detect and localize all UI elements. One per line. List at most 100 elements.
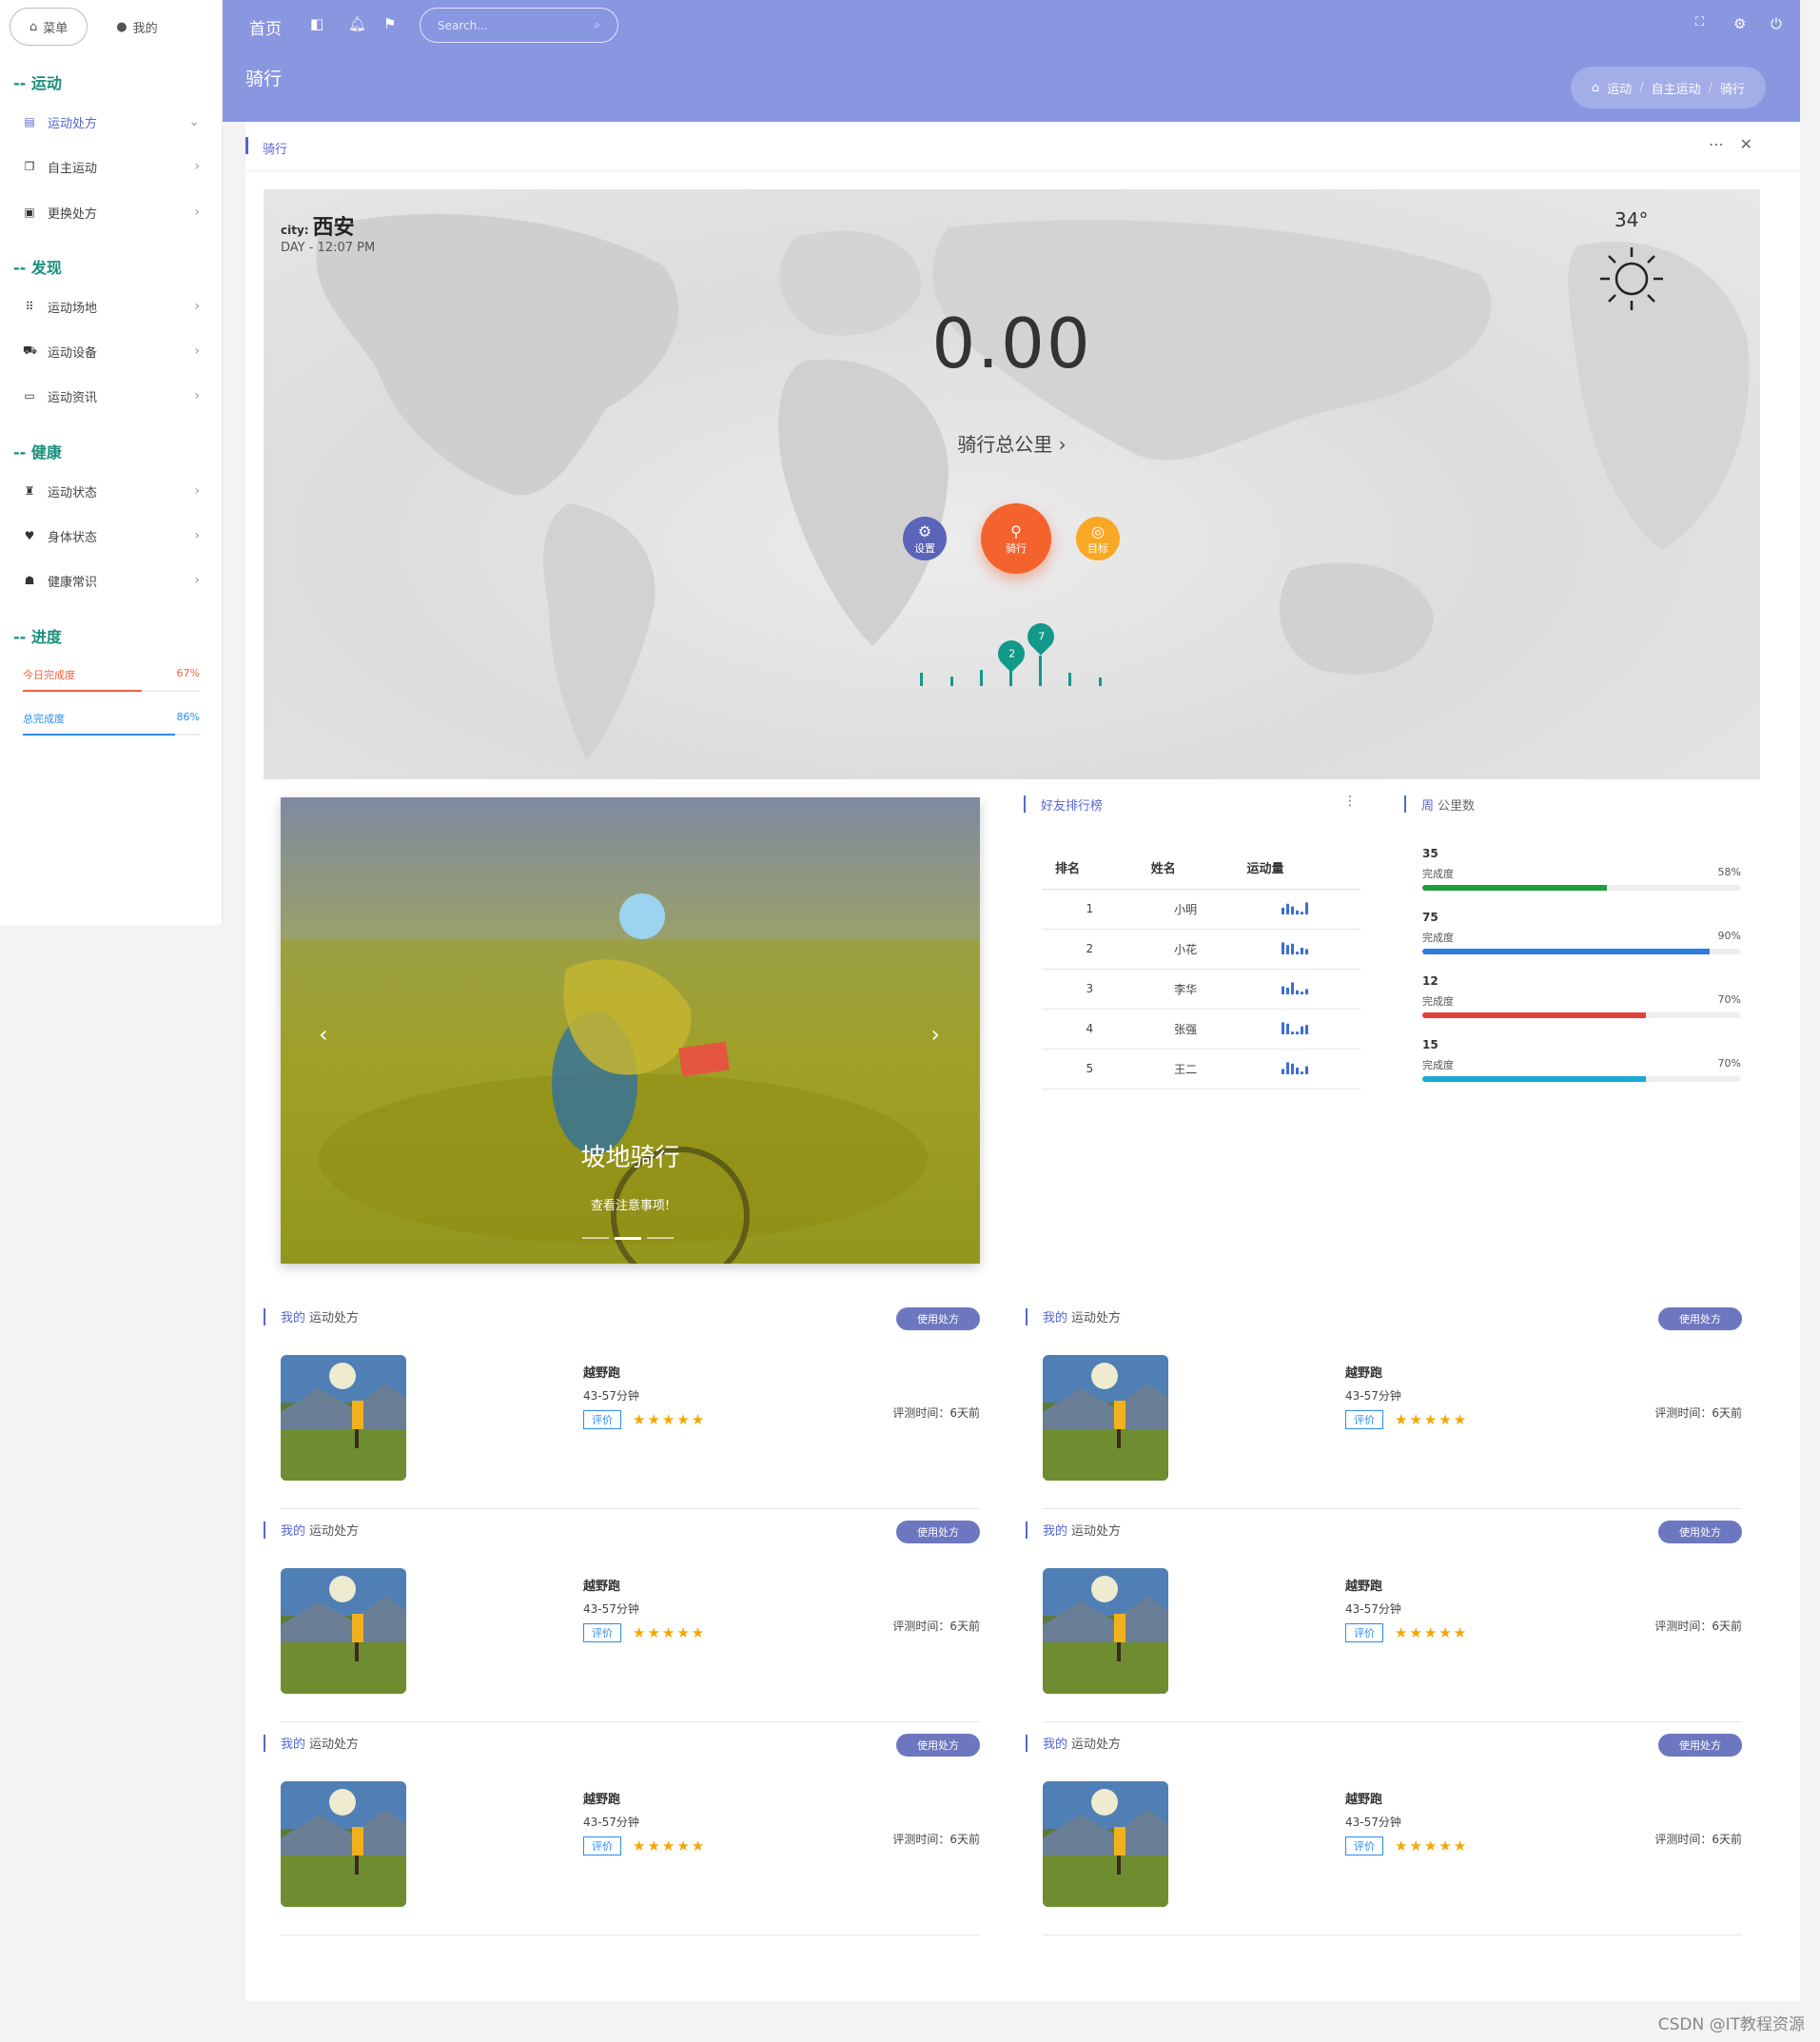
- flag-icon[interactable]: ⚑: [383, 15, 396, 32]
- sidebar-item-venue[interactable]: ⠿ 运动场地 ›: [23, 294, 200, 319]
- trail-run-thumbnail[interactable]: [1043, 1781, 1168, 1907]
- progress-fill: [23, 690, 142, 692]
- sidebar-item-equipment[interactable]: ⛟ 运动设备 ›: [23, 339, 200, 363]
- weekly-track: [1422, 949, 1741, 954]
- settings-label: 设置: [914, 541, 935, 555]
- carousel-subtitle[interactable]: 查看注意事项!: [281, 1195, 980, 1213]
- carousel-indicator[interactable]: [647, 1237, 674, 1239]
- trail-run-photo: [281, 1355, 406, 1481]
- rating-badge[interactable]: 评价: [1345, 1410, 1383, 1429]
- monitor-icon: ▭: [24, 389, 35, 403]
- bicycle-icon: ⚲: [1010, 521, 1022, 540]
- trail-run-photo: [281, 1568, 406, 1694]
- carousel[interactable]: ‹ › 坡地骑行 查看注意事项!: [281, 797, 980, 1264]
- trail-run-thumbnail[interactable]: [281, 1355, 406, 1481]
- sparkline-bar: [1301, 947, 1304, 954]
- evaluation-time: 评测时间：6天前: [892, 1833, 980, 1846]
- name-cell: 小明: [1137, 889, 1234, 930]
- weekly-done-label: 完成度: [1422, 868, 1454, 880]
- use-prescription-button[interactable]: 使用处方: [1658, 1734, 1742, 1757]
- more-icon[interactable]: ⋯: [1709, 135, 1724, 153]
- prescription-my: 我的: [281, 1524, 306, 1539]
- sidebar-item-change-prescription[interactable]: ▣ 更换处方 ›: [23, 200, 200, 225]
- carousel-indicator[interactable]: [615, 1237, 641, 1240]
- top-header: 首页 ◧ 🔔︎ ⚑ Search... ⌕ ⛶ ⚙ ⏻ 骑行 ⌂ 运动 / 自主运动…: [223, 0, 1800, 122]
- layout-icon[interactable]: ◧: [310, 15, 323, 32]
- rating-badge[interactable]: 评价: [583, 1623, 621, 1642]
- gear-icon[interactable]: ⚙: [1733, 15, 1746, 32]
- watermark: CSDN @IT教程资源: [1657, 2015, 1805, 2034]
- weather-hero: city: 西安 DAY - 12:07 PM 34° 0.00 骑行总公里 ›…: [264, 189, 1760, 779]
- trail-run-photo: [281, 1781, 406, 1907]
- sidebar-item-prescription[interactable]: ▤ 运动处方 ⌄: [23, 109, 200, 134]
- breadcrumb-item[interactable]: 自主运动: [1652, 79, 1701, 97]
- trail-run-thumbnail[interactable]: [1043, 1355, 1168, 1481]
- sparkline-bar: [1291, 981, 1295, 994]
- use-prescription-button[interactable]: 使用处方: [1658, 1521, 1742, 1543]
- total-km-label[interactable]: 骑行总公里 ›: [264, 429, 1760, 457]
- evaluation-time: 评测时间：6天前: [1654, 1620, 1742, 1633]
- power-icon[interactable]: ⏻: [1771, 15, 1782, 32]
- use-prescription-button[interactable]: 使用处方: [896, 1521, 980, 1543]
- sparkline-bar: [1286, 944, 1290, 954]
- search-input[interactable]: Search... ⌕: [420, 8, 618, 43]
- use-prescription-button[interactable]: 使用处方: [896, 1734, 980, 1757]
- trail-run-photo: [1043, 1568, 1168, 1694]
- close-icon[interactable]: ✕: [1740, 135, 1752, 153]
- prescription-card: 我的 运动处方 使用处方 越野跑 43-57分钟 评价 ★★★★★ 评测时间：6天前: [264, 1307, 980, 1509]
- rank-cell: 4: [1042, 1009, 1138, 1050]
- sparkline-bar: [1286, 1061, 1290, 1074]
- rating-badge[interactable]: 评价: [1345, 1623, 1383, 1642]
- ranking-title: 好友排行榜: [1041, 798, 1104, 814]
- evaluation-time: 评测时间：6天前: [892, 1620, 980, 1633]
- sidebar-item-free-sport[interactable]: ❐ 自主运动 ›: [23, 154, 200, 179]
- settings-button[interactable]: ⚙ 设置: [903, 517, 947, 560]
- trail-run-thumbnail[interactable]: [281, 1781, 406, 1907]
- star-rating-icon: ★★★★★: [1395, 1624, 1469, 1641]
- prescription-duration: 43-57分钟: [583, 1389, 639, 1403]
- goal-button[interactable]: ◎ 目标: [1076, 517, 1120, 560]
- carousel-indicator[interactable]: [582, 1237, 609, 1239]
- prescription-header: 我的 运动处方: [264, 1734, 359, 1752]
- rating-badge[interactable]: 评价: [1345, 1836, 1383, 1855]
- calendar-icon: ▣: [24, 206, 35, 219]
- rating-badge[interactable]: 评价: [583, 1836, 621, 1855]
- ride-button[interactable]: ⚲ 骑行: [981, 503, 1051, 574]
- sparkline-chart: [1282, 1021, 1309, 1034]
- sidebar-item-label: 身体状态: [48, 530, 98, 545]
- sparkline-bar: [1301, 911, 1304, 914]
- chevron-right-icon: ›: [194, 528, 200, 543]
- use-prescription-button[interactable]: 使用处方: [1658, 1307, 1742, 1330]
- chevron-right-icon: ›: [194, 159, 200, 174]
- rank-cell: 5: [1042, 1049, 1138, 1090]
- city-label: city:: [281, 224, 309, 237]
- tab-menu[interactable]: ⌂ 菜单: [10, 8, 88, 46]
- breadcrumb-item[interactable]: 运动: [1607, 79, 1632, 97]
- prescription-header: 我的 运动处方: [1026, 1521, 1121, 1539]
- progress-total: 总完成度 86%: [23, 711, 200, 736]
- home-link[interactable]: 首页: [249, 15, 282, 39]
- bell-icon[interactable]: 🔔︎: [348, 15, 366, 32]
- star-rating-icon: ★★★★★: [633, 1411, 707, 1428]
- sidebar-item-health-tips[interactable]: ☗ 健康常识 ›: [23, 568, 200, 593]
- trail-run-thumbnail[interactable]: [281, 1568, 406, 1694]
- tab-mine[interactable]: ● 我的: [97, 8, 176, 46]
- sidebar-item-body-status[interactable]: ♥ 身体状态 ›: [23, 523, 200, 548]
- sidebar-item-sport-status[interactable]: ♜ 运动状态 ›: [23, 479, 200, 503]
- sparkline-chart: [1282, 941, 1309, 954]
- sidebar-item-label: 运动设备: [48, 345, 98, 361]
- weekly-done-label: 完成度: [1422, 995, 1454, 1008]
- sparkline-bar: [1296, 990, 1300, 994]
- rating-badge[interactable]: 评价: [583, 1410, 621, 1429]
- use-prescription-button[interactable]: 使用处方: [896, 1307, 980, 1330]
- carousel-next-arrow[interactable]: ›: [930, 1021, 940, 1048]
- fullscreen-icon[interactable]: ⛶: [1695, 15, 1704, 29]
- sidebar-item-news[interactable]: ▭ 运动资讯 ›: [23, 383, 200, 408]
- carousel-prev-arrow[interactable]: ‹: [319, 1021, 328, 1048]
- sparkline-bar: [1282, 1021, 1285, 1034]
- more-vertical-icon[interactable]: ⋮: [1343, 794, 1357, 809]
- trail-run-thumbnail[interactable]: [1043, 1568, 1168, 1694]
- prescription-header: 我的 运动处方: [1026, 1734, 1121, 1752]
- heart-icon: ♥: [24, 529, 35, 542]
- weekly-item: 35 完成度 58%: [1422, 847, 1741, 891]
